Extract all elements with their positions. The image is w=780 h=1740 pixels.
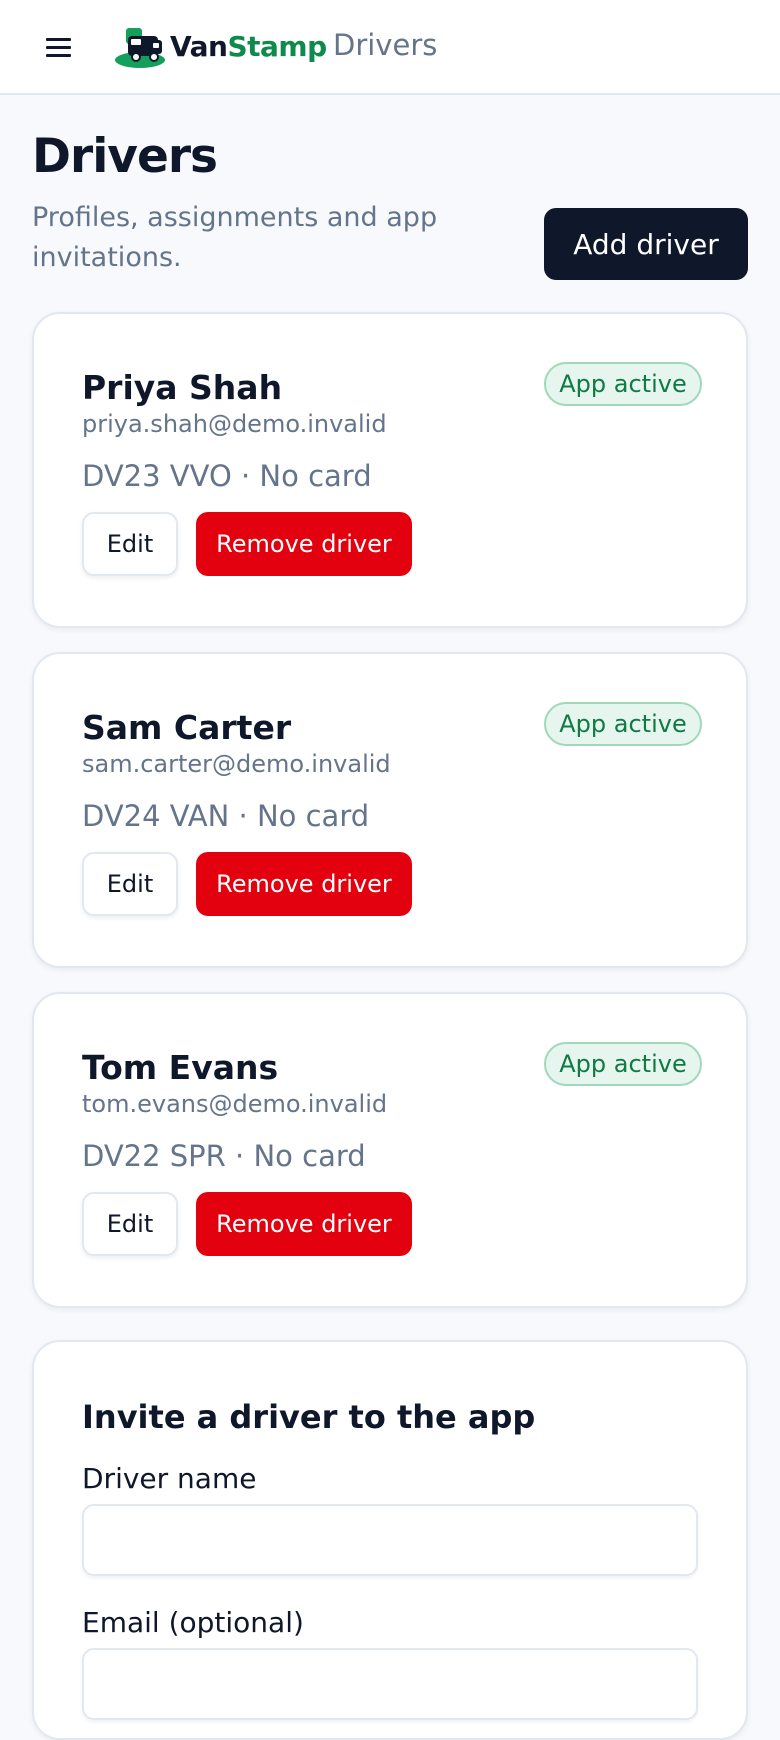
van-logo-icon: [114, 24, 170, 72]
remove-driver-button[interactable]: Remove driver: [196, 512, 412, 576]
section-title: Drivers: [333, 28, 438, 62]
edit-button[interactable]: Edit: [82, 852, 178, 916]
driver-name-input[interactable]: [82, 1504, 698, 1576]
page-title: Drivers: [32, 129, 218, 184]
remove-driver-button[interactable]: Remove driver: [196, 1192, 412, 1256]
driver-name-label: Driver name: [82, 1462, 257, 1495]
driver-card: Sam Carter sam.carter@demo.invalid DV24 …: [32, 652, 748, 968]
add-driver-button[interactable]: Add driver: [544, 208, 748, 280]
brand-name-part1: Van: [170, 30, 228, 63]
top-app-bar: VanStamp Drivers: [0, 0, 780, 95]
brand-name[interactable]: VanStamp: [170, 30, 327, 63]
driver-vehicle-card: DV22 SPR · No card: [82, 1139, 366, 1173]
brand-name-part2: Stamp: [227, 30, 327, 63]
edit-button[interactable]: Edit: [82, 1192, 178, 1256]
email-label: Email (optional): [82, 1606, 304, 1639]
invite-driver-card: Invite a driver to the app Driver name E…: [32, 1340, 748, 1740]
driver-card: Priya Shah priya.shah@demo.invalid DV23 …: [32, 312, 748, 628]
driver-vehicle-card: DV24 VAN · No card: [82, 799, 370, 833]
status-badge: App active: [544, 1042, 702, 1086]
driver-name: Priya Shah: [82, 368, 283, 407]
driver-name: Sam Carter: [82, 708, 292, 747]
email-input[interactable]: [82, 1648, 698, 1720]
edit-button[interactable]: Edit: [82, 512, 178, 576]
driver-email: priya.shah@demo.invalid: [82, 410, 387, 438]
status-badge: App active: [544, 702, 702, 746]
driver-email: tom.evans@demo.invalid: [82, 1090, 388, 1118]
driver-name: Tom Evans: [82, 1048, 279, 1087]
page-subtitle: Profiles, assignments and app invitation…: [32, 202, 438, 273]
driver-vehicle-card: DV23 VVO · No card: [82, 459, 372, 493]
driver-email: sam.carter@demo.invalid: [82, 750, 391, 778]
hamburger-menu-icon[interactable]: [44, 34, 74, 62]
invite-title: Invite a driver to the app: [82, 1398, 536, 1436]
remove-driver-button[interactable]: Remove driver: [196, 852, 412, 916]
status-badge: App active: [544, 362, 702, 406]
driver-card: Tom Evans tom.evans@demo.invalid DV22 SP…: [32, 992, 748, 1308]
